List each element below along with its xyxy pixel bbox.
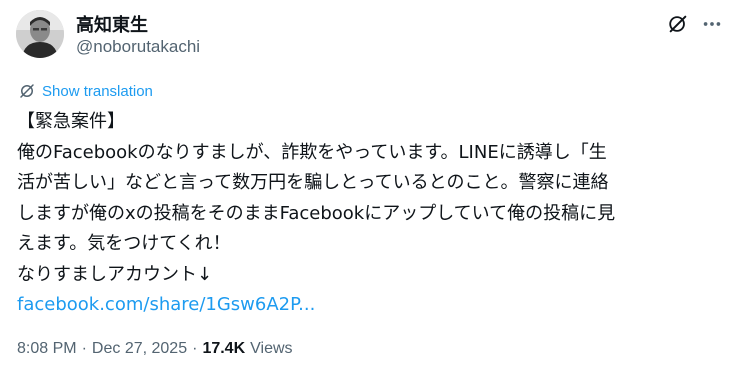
tweet-line: 俺のFacebookのなりすましが、詐欺をやっています。LINEに誘導し「生 (17, 141, 607, 163)
tweet-text: 【緊急案件】 俺のFacebookのなりすましが、詐欺をやっています。LINEに… (17, 107, 722, 321)
views-label: Views (250, 340, 293, 357)
author-handle[interactable]: @noborutakachi (76, 37, 200, 57)
tweet-meta: 8:08 PM · Dec 27, 2025 · 17.4K Views (17, 340, 293, 358)
avatar-image (16, 10, 64, 58)
tweet-line: 活が苦しい」などと言って数万円を騙しとっているとのこと。警察に連絡 (17, 172, 609, 193)
tweet-time[interactable]: 8:08 PM (17, 340, 77, 358)
meta-separator: · (192, 340, 198, 357)
more-icon (703, 22, 721, 26)
grok-button[interactable] (666, 12, 690, 36)
tweet-date[interactable]: Dec 27, 2025 (92, 340, 187, 358)
tweet-line: 【緊急案件】 (17, 111, 125, 132)
more-options-button[interactable] (700, 12, 724, 36)
show-translation-label: Show translation (42, 82, 153, 100)
tweet-line: なりすましアカウント↓ (17, 263, 213, 285)
meta-separator: · (81, 340, 87, 357)
tweet-line: しますが俺のxの投稿をそのままFacebookにアップしていて俺の投稿に見 (17, 202, 616, 224)
views-count[interactable]: 17.4K (202, 340, 245, 358)
tweet-line: えます。気をつけてくれ！ (17, 233, 231, 254)
translate-icon (20, 84, 34, 98)
avatar[interactable] (16, 10, 64, 58)
show-translation-link[interactable]: Show translation (18, 82, 153, 100)
grok-icon (669, 15, 687, 33)
author-display-name[interactable]: 高知東生 (76, 11, 148, 37)
facebook-share-link[interactable]: facebook.com/share/1Gsw6A2P... (17, 294, 315, 315)
